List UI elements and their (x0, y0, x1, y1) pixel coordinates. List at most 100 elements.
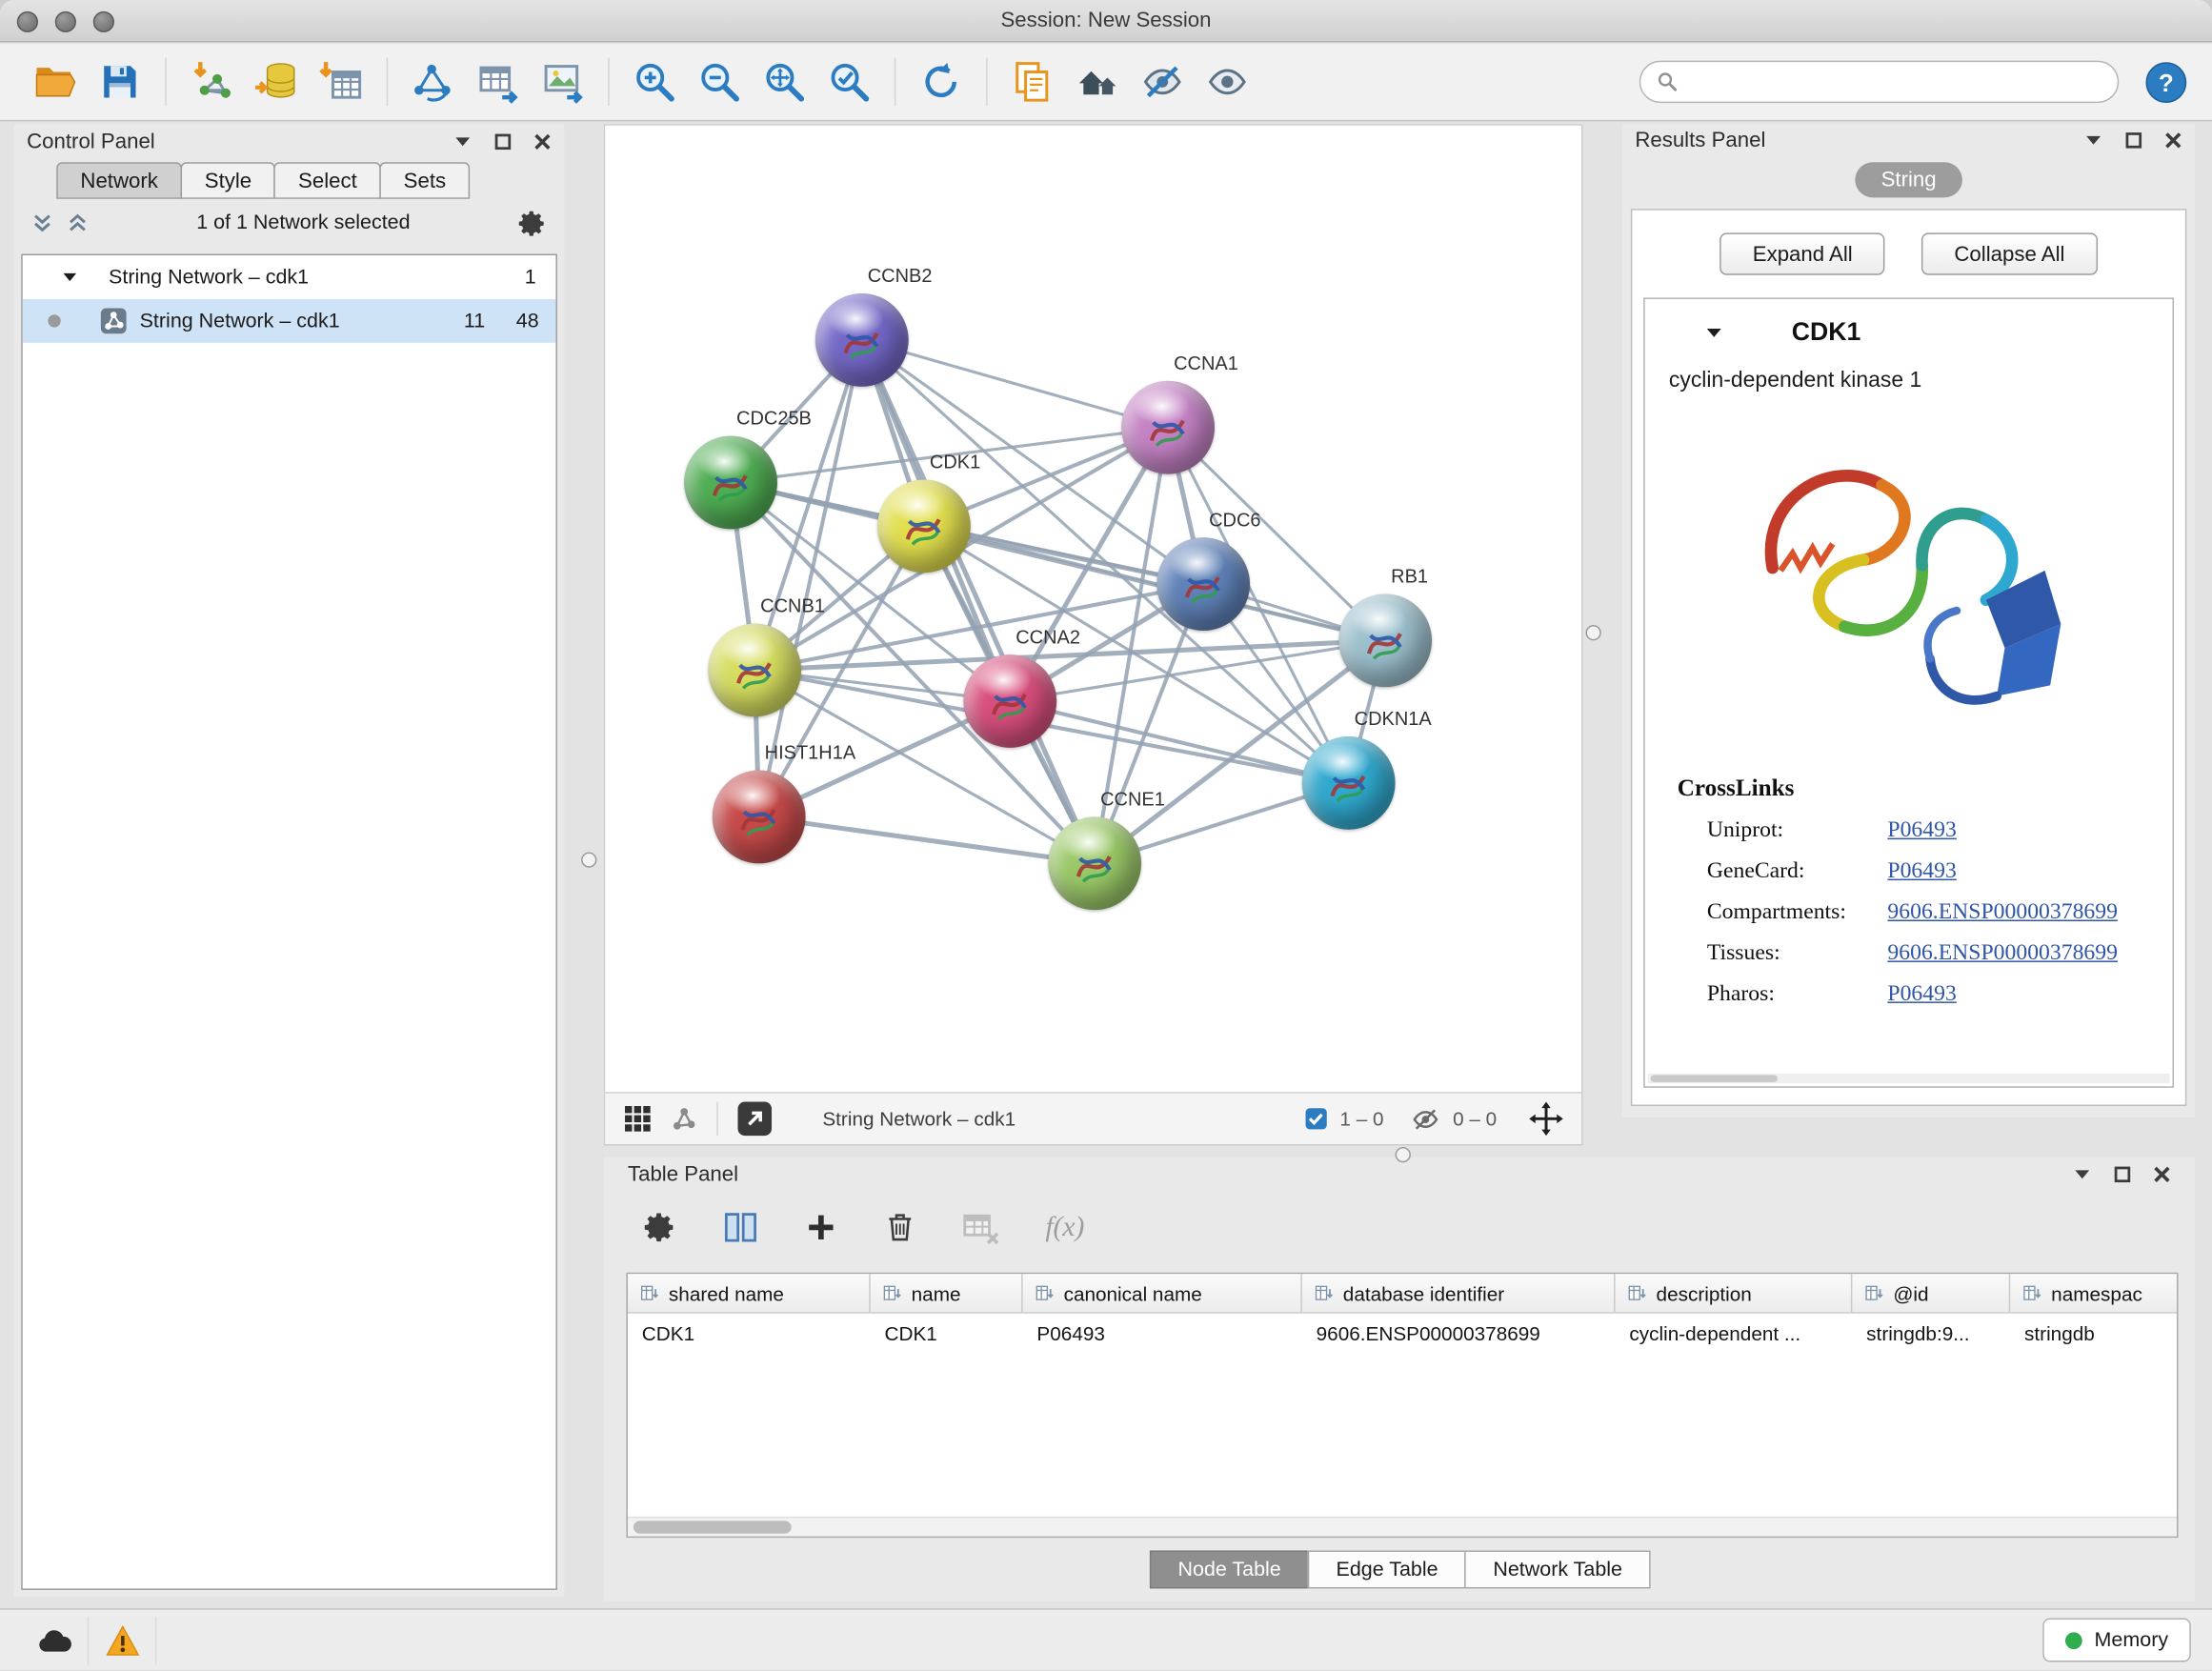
zoom-in-button[interactable] (622, 50, 687, 114)
column-header[interactable]: shared name (628, 1274, 871, 1312)
grid-view-icon[interactable] (624, 1105, 653, 1134)
crosslink-pharos-link[interactable]: P06493 (1887, 982, 1956, 1008)
search-input[interactable] (1689, 70, 2102, 93)
panel-menu-chevron-icon[interactable] (2072, 1164, 2092, 1184)
splitter-handle[interactable] (1585, 625, 1600, 640)
selected-checkbox-icon[interactable] (1304, 1107, 1327, 1130)
import-network-file-button[interactable] (179, 50, 244, 114)
add-column-button[interactable] (804, 1211, 838, 1245)
table-cell[interactable]: P06493 (1023, 1321, 1302, 1344)
window-zoom-button[interactable] (93, 11, 114, 32)
cloud-status-button[interactable] (21, 1616, 89, 1663)
memory-button[interactable]: Memory (2042, 1619, 2191, 1662)
network-share-icon[interactable] (670, 1105, 698, 1134)
save-session-button[interactable] (88, 50, 152, 114)
zoom-fit-button[interactable] (752, 50, 816, 114)
help-button[interactable]: ? (2142, 58, 2189, 106)
network-edge[interactable] (759, 816, 1095, 863)
network-node-CDKN1A[interactable] (1302, 736, 1396, 830)
zoom-selected-button[interactable] (816, 50, 881, 114)
pan-crosshair-icon[interactable] (1529, 1102, 1563, 1137)
collapse-all-button[interactable]: Collapse All (1921, 232, 2097, 274)
refresh-view-button[interactable] (909, 50, 974, 114)
table-settings-button[interactable] (643, 1211, 677, 1245)
network-row[interactable]: String Network – cdk1 11 48 (23, 299, 556, 343)
open-session-button[interactable] (23, 50, 88, 114)
network-node-CDK1[interactable] (877, 479, 971, 573)
column-header[interactable]: description (1616, 1274, 1853, 1312)
gear-icon[interactable] (517, 208, 547, 237)
show-columns-button[interactable] (722, 1209, 759, 1246)
show-all-button[interactable] (1195, 50, 1259, 114)
panel-close-icon[interactable] (533, 131, 552, 150)
expand-all-chevrons-icon[interactable] (31, 211, 54, 234)
zoom-out-button[interactable] (687, 50, 752, 114)
table-cell[interactable]: cyclin-dependent ... (1616, 1321, 1853, 1344)
hidden-eye-slash-icon[interactable] (1411, 1104, 1440, 1134)
crosslink-tissues-link[interactable]: 9606.ENSP00000378699 (1887, 941, 2118, 967)
tab-node-table[interactable]: Node Table (1150, 1550, 1309, 1588)
table-cell[interactable]: stringdb:9... (1852, 1321, 2010, 1344)
network-node-CCNB2[interactable] (815, 293, 909, 387)
tab-style[interactable]: Style (181, 162, 276, 199)
panel-float-icon[interactable] (2124, 131, 2142, 149)
collapse-all-chevrons-icon[interactable] (67, 211, 90, 234)
home-button[interactable] (1065, 50, 1130, 114)
network-node-CDC6[interactable] (1156, 537, 1250, 631)
warnings-button[interactable] (89, 1616, 156, 1663)
network-node-CCNA1[interactable] (1121, 381, 1215, 474)
new-table-button[interactable] (466, 50, 531, 114)
network-from-selection-button[interactable] (401, 50, 466, 114)
table-horizontal-scrollbar[interactable] (628, 1517, 2177, 1537)
splitter-handle[interactable] (1396, 1147, 1411, 1162)
network-canvas[interactable]: CCNB2CCNA1CDC25BCDK1CDC6RB1CCNB1CCNA2CDK… (605, 126, 1581, 1092)
panel-close-icon[interactable] (2153, 1164, 2171, 1182)
network-node-CCNB1[interactable] (708, 624, 801, 717)
window-minimize-button[interactable] (55, 11, 76, 32)
import-network-database-button[interactable] (244, 50, 309, 114)
section-collapse-triangle-icon[interactable] (1704, 322, 1724, 342)
panel-float-icon[interactable] (2113, 1164, 2131, 1182)
crosslink-genecard-link[interactable]: P06493 (1887, 859, 1956, 885)
tab-select[interactable]: Select (274, 162, 381, 199)
tab-network[interactable]: Network (56, 162, 182, 199)
column-header[interactable]: namespac (2010, 1274, 2178, 1312)
crosslink-uniprot-link[interactable]: P06493 (1887, 818, 1956, 844)
annotation-copy-button[interactable] (1000, 50, 1065, 114)
table-cell[interactable]: 9606.ENSP00000378699 (1302, 1321, 1616, 1344)
scrollbar-thumb[interactable] (633, 1520, 792, 1533)
import-table-file-button[interactable] (309, 50, 373, 114)
open-in-new-icon[interactable] (736, 1100, 774, 1137)
results-tab-string[interactable]: String (1856, 162, 1961, 197)
search-box[interactable] (1639, 61, 2119, 103)
column-header[interactable]: name (871, 1274, 1023, 1312)
table-cell[interactable]: CDK1 (871, 1321, 1023, 1344)
panel-float-icon[interactable] (493, 131, 512, 150)
column-header[interactable]: canonical name (1023, 1274, 1302, 1312)
tab-edge-table[interactable]: Edge Table (1308, 1550, 1466, 1588)
network-edge[interactable] (862, 340, 1095, 863)
delete-table-button[interactable] (962, 1208, 1000, 1246)
results-horizontal-scrollbar[interactable] (1648, 1074, 2170, 1083)
network-node-CCNA2[interactable] (963, 654, 1056, 748)
table-row[interactable]: CDK1 CDK1 P06493 9606.ENSP00000378699 cy… (628, 1314, 2177, 1352)
network-collection-row[interactable]: String Network – cdk1 1 (23, 255, 556, 299)
table-cell[interactable]: stringdb (2010, 1321, 2178, 1344)
network-node-CCNE1[interactable] (1048, 816, 1141, 910)
column-header[interactable]: @id (1852, 1274, 2010, 1312)
window-close-button[interactable] (17, 11, 38, 32)
panel-menu-chevron-icon[interactable] (2083, 130, 2103, 150)
expand-all-button[interactable]: Expand All (1720, 232, 1885, 274)
tree-expand-triangle-icon[interactable] (62, 270, 77, 285)
splitter-handle[interactable] (581, 852, 596, 867)
tab-sets[interactable]: Sets (379, 162, 470, 199)
delete-column-button[interactable] (883, 1211, 917, 1245)
network-node-HIST1H1A[interactable] (713, 771, 806, 864)
crosslink-compartments-link[interactable]: 9606.ENSP00000378699 (1887, 900, 2118, 926)
hide-selected-button[interactable] (1130, 50, 1195, 114)
column-header[interactable]: database identifier (1302, 1274, 1616, 1312)
panel-close-icon[interactable] (2164, 131, 2182, 149)
tab-network-table[interactable]: Network Table (1465, 1550, 1651, 1588)
table-cell[interactable]: CDK1 (628, 1321, 871, 1344)
network-node-RB1[interactable] (1338, 594, 1432, 687)
